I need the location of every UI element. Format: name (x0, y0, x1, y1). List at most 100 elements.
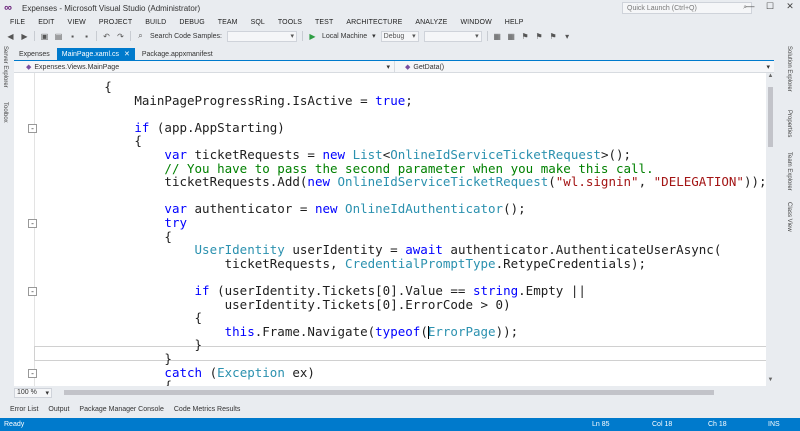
tab-label: MainPage.xaml.cs (61, 50, 119, 58)
undo-icon[interactable]: ↶ (102, 32, 111, 41)
code-token: , (638, 174, 654, 190)
open-file-icon[interactable]: ▤ (54, 32, 63, 41)
properties-tab[interactable]: Properties (786, 110, 792, 137)
code-line[interactable]: ticketRequests.Add(new OnlineIdServiceTi… (44, 175, 766, 189)
tab-package-appxmanifest[interactable]: Package.appxmanifest (137, 48, 218, 60)
class-view-tab[interactable]: Class View (786, 202, 792, 232)
forward-icon[interactable]: ▶ (20, 32, 29, 41)
find-icon[interactable]: ⌕ (136, 31, 145, 41)
code-type: CredentialPromptType (345, 255, 496, 271)
scroll-thumb[interactable] (64, 390, 714, 395)
code-token: ( (420, 323, 428, 339)
menu-team[interactable]: TEAM (218, 19, 238, 26)
search-code-samples-input[interactable]: ▾ (226, 30, 297, 42)
back-icon[interactable]: ◀ (6, 32, 15, 41)
menu-architecture[interactable]: ARCHITECTURE (346, 19, 402, 26)
close-button[interactable]: ✕ (784, 1, 796, 12)
left-tool-strip: Server Explorer Toolbox (0, 44, 12, 399)
zoom-dropdown[interactable]: 100 % ▾ (14, 387, 52, 398)
menu-help[interactable]: HELP (505, 19, 524, 26)
collapse-toggle[interactable]: - (28, 287, 37, 296)
comment-icon[interactable]: ▦ (493, 32, 502, 41)
menu-view[interactable]: VIEW (68, 19, 86, 26)
toolbar-separator (34, 31, 35, 41)
quick-launch-input[interactable]: Quick Launch (Ctrl+Q) ⌕ (622, 2, 752, 14)
status-bar: Ready Ln 85 Col 18 Ch 18 INS (0, 418, 800, 431)
minimize-button[interactable]: — (744, 1, 756, 12)
code-line[interactable]: { (44, 379, 172, 386)
menu-sql[interactable]: SQL (251, 19, 265, 26)
menu-project[interactable]: PROJECT (99, 19, 132, 26)
chevron-down-icon[interactable]: ▾ (372, 32, 376, 40)
code-token: (); (503, 201, 526, 217)
status-text: Ready (4, 421, 25, 428)
chevron-down-icon: ▾ (386, 63, 390, 71)
team-explorer-tab[interactable]: Team Explorer (786, 152, 792, 191)
menu-debug[interactable]: DEBUG (179, 19, 204, 26)
char-number: Ch 18 (708, 421, 727, 428)
menu-analyze[interactable]: ANALYZE (415, 19, 447, 26)
menu-edit[interactable]: EDIT (38, 19, 54, 26)
navigation-bar: ◆ Expenses.Views.MainPage ▾ ◆ GetData() ▾ (14, 60, 774, 73)
menu-tools[interactable]: TOOLS (278, 19, 302, 26)
next-bookmark-icon[interactable]: ⚑ (535, 32, 544, 41)
code-editor[interactable]: { MainPageProgressRing.IsActive = true; … (14, 73, 766, 386)
tab-expenses[interactable]: Expenses (14, 48, 55, 60)
configuration-dropdown[interactable]: Debug ▾ (380, 30, 419, 42)
window-title: Expenses - Microsoft Visual Studio (Admi… (22, 3, 201, 13)
code-token: )); (495, 323, 519, 339)
code-keyword: true (375, 92, 406, 108)
menu-file[interactable]: FILE (10, 19, 25, 26)
member-scope-value: GetData() (413, 63, 445, 71)
scroll-down-icon[interactable]: ▼ (766, 377, 775, 386)
type-scope-dropdown[interactable]: ◆ Expenses.Views.MainPage ▾ (14, 60, 395, 73)
save-icon[interactable]: ▪ (68, 32, 77, 41)
tab-code-metrics-results[interactable]: Code Metrics Results (174, 406, 241, 413)
new-project-icon[interactable]: ▣ (40, 32, 49, 41)
toolbox-tab[interactable]: Toolbox (2, 102, 8, 123)
code-token: (app.AppStarting) (149, 119, 285, 135)
horizontal-scrollbar[interactable] (58, 390, 768, 395)
menu-build[interactable]: BUILD (145, 19, 166, 26)
toolbar-separator (130, 31, 131, 41)
collapse-toggle[interactable]: - (28, 368, 37, 378)
uncomment-icon[interactable]: ▦ (507, 32, 516, 41)
menu-bar: FILE EDIT VIEW PROJECT BUILD DEBUG TEAM … (0, 16, 800, 28)
redo-icon[interactable]: ↷ (116, 32, 125, 41)
search-code-samples-label: Search Code Samples: (150, 32, 222, 40)
bookmark-icon[interactable]: ⚑ (521, 32, 530, 41)
platform-dropdown[interactable]: ▾ (423, 30, 482, 42)
column-number: Col 18 (652, 421, 673, 428)
run-target-button[interactable]: Local Machine (322, 33, 367, 40)
code-string: "DELEGATION" (653, 174, 744, 190)
menu-test[interactable]: TEST (315, 19, 333, 26)
save-all-icon[interactable]: ▪ (82, 32, 91, 41)
code-line[interactable]: MainPageProgressRing.IsActive = true; (44, 92, 412, 108)
code-token: ( (202, 364, 218, 380)
tab-output[interactable]: Output (48, 406, 69, 413)
prev-bookmark-icon[interactable]: ⚑ (549, 32, 558, 41)
scroll-up-icon[interactable]: ▲ (766, 73, 775, 82)
toolbar-options-icon[interactable]: ▾ (563, 32, 572, 41)
menu-window[interactable]: WINDOW (460, 19, 491, 26)
start-debugging-icon[interactable]: ▶ (308, 32, 317, 41)
code-token: MainPageProgressRing.IsActive = (134, 92, 376, 108)
tab-error-list[interactable]: Error List (10, 406, 38, 413)
tab-mainpage-xaml-cs[interactable]: MainPage.xaml.cs ✕ (56, 48, 135, 60)
solution-explorer-tab[interactable]: Solution Explorer (786, 46, 792, 92)
collapse-toggle[interactable]: - (28, 123, 37, 133)
tab-package-manager-console[interactable]: Package Manager Console (79, 406, 163, 413)
vertical-scrollbar[interactable]: ▲ ▼ (766, 73, 775, 386)
code-line[interactable]: ticketRequests, CredentialPromptType.Ret… (44, 255, 646, 271)
collapse-toggle[interactable]: - (28, 219, 37, 228)
member-scope-dropdown[interactable]: ◆ GetData() ▾ (395, 63, 774, 71)
close-icon[interactable]: ✕ (124, 50, 130, 58)
type-scope-value: Expenses.Views.MainPage (34, 63, 120, 71)
scroll-thumb[interactable] (768, 87, 773, 147)
maximize-button[interactable]: ☐ (764, 1, 776, 12)
server-explorer-tab[interactable]: Server Explorer (2, 46, 8, 88)
